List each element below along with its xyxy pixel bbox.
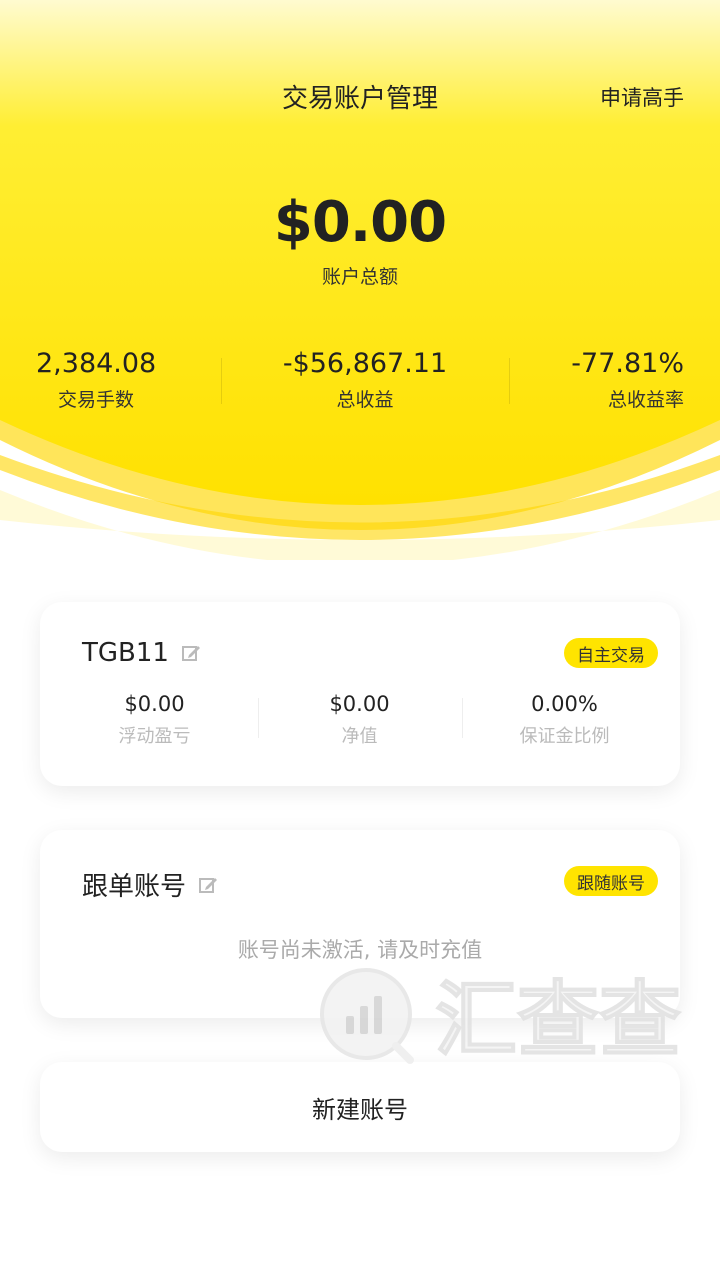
metric-net-value: $0.00 净值: [253, 692, 466, 748]
new-account-button[interactable]: 新建账号: [40, 1062, 680, 1152]
account-name-row: 跟单账号: [82, 866, 218, 903]
stat-value: -77.81%: [571, 348, 684, 379]
new-account-label: 新建账号: [312, 1095, 408, 1124]
stat-label: 交易手数: [57, 389, 134, 411]
metric-margin-ratio: 0.00% 保证金比例: [458, 692, 671, 748]
stat-label: 总收益: [336, 389, 394, 411]
stat-trade-lots: 2,384.08 交易手数: [36, 348, 156, 412]
metric-label: 净值: [341, 726, 378, 747]
account-type-badge: 自主交易: [564, 638, 658, 668]
follow-account-card[interactable]: 跟单账号 跟随账号 账号尚未激活, 请及时充值: [40, 830, 680, 1018]
metric-value: 0.00%: [531, 692, 598, 716]
stat-total-return-rate: -77.81% 总收益率: [544, 348, 684, 412]
inactive-message: 账号尚未激活, 请及时充值: [237, 938, 483, 962]
total-amount-label: 账户总额: [321, 266, 398, 288]
apply-expert-link[interactable]: 申请高手: [600, 82, 684, 112]
account-type-badge: 跟随账号: [564, 866, 658, 896]
stat-value: 2,384.08: [36, 348, 157, 379]
metric-floating-pnl: $0.00 浮动盈亏: [48, 692, 261, 748]
metric-value: $0.00: [124, 692, 185, 716]
stat-label: 总收益率: [607, 389, 684, 411]
summary-stats: 2,384.08 交易手数 -$56,867.11 总收益 -77.81% 总收…: [0, 348, 720, 418]
divider: [221, 358, 222, 404]
metric-label: 保证金比例: [519, 726, 610, 747]
account-name-row: TGB11: [82, 638, 201, 668]
total-amount: $0.00: [273, 190, 447, 255]
account-metrics: $0.00 浮动盈亏 $0.00 净值 0.00% 保证金比例: [40, 692, 680, 752]
metric-value: $0.00: [329, 692, 390, 716]
edit-icon[interactable]: [198, 875, 218, 895]
account-name: TGB11: [82, 638, 169, 668]
metric-label: 浮动盈亏: [118, 726, 191, 747]
divider: [509, 358, 510, 404]
stat-value: -$56,867.11: [282, 348, 448, 379]
account-name: 跟单账号: [82, 872, 187, 902]
account-card[interactable]: TGB11 自主交易 $0.00 浮动盈亏 $0.00 净值 0.00% 保证金…: [40, 602, 680, 786]
edit-icon[interactable]: [181, 643, 201, 663]
stat-total-profit: -$56,867.11 总收益: [260, 348, 470, 412]
